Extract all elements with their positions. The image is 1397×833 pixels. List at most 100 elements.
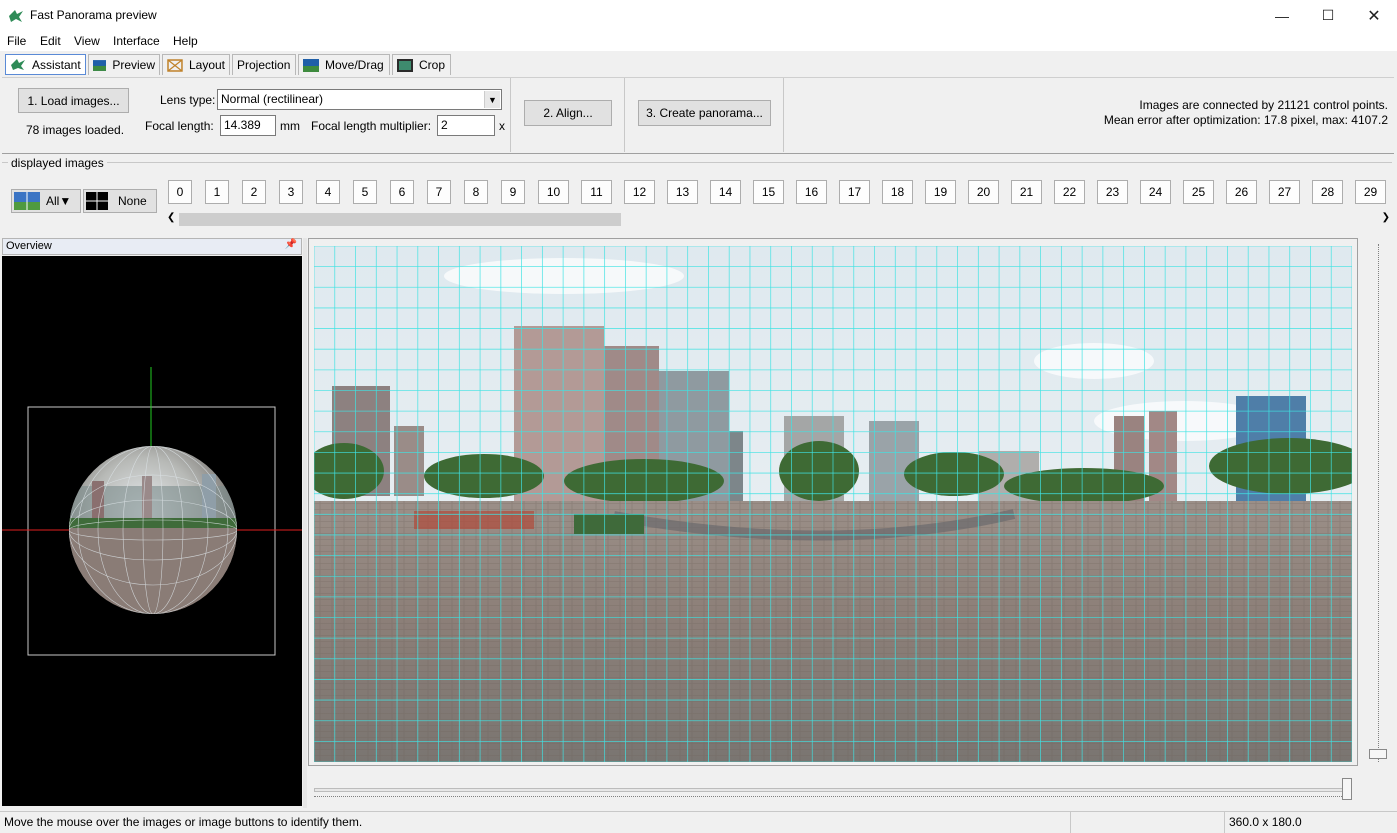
image-toggle-button[interactable]: 27 xyxy=(1269,180,1300,204)
scroll-left-icon[interactable]: ❮ xyxy=(167,212,175,223)
image-toggle-button[interactable]: 24 xyxy=(1140,180,1171,204)
menu-file[interactable]: File xyxy=(7,34,26,48)
scroll-right-icon[interactable]: ❯ xyxy=(1382,212,1390,223)
panorama-preview[interactable] xyxy=(314,246,1352,762)
scrollbar-thumb[interactable] xyxy=(179,213,621,226)
tab-move-drag[interactable]: Move/Drag xyxy=(298,54,390,75)
overview-header: Overview 📌 xyxy=(2,238,302,255)
chevron-down-icon: ▼ xyxy=(484,91,500,108)
tab-label: Layout xyxy=(188,58,225,72)
slider-thumb[interactable] xyxy=(1369,749,1387,759)
window-title: Fast Panorama preview xyxy=(30,8,157,22)
image-toggle-button[interactable]: 13 xyxy=(667,180,698,204)
close-button[interactable]: ✕ xyxy=(1351,0,1397,31)
focal-length-label: Focal length: xyxy=(145,119,214,133)
pin-icon[interactable]: 📌 xyxy=(285,239,297,250)
image-toggle-button[interactable]: 9 xyxy=(501,180,525,204)
show-all-button[interactable]: All▼ xyxy=(11,189,81,213)
crop-icon xyxy=(397,58,413,72)
multiplier-unit: x xyxy=(499,119,505,133)
image-toggle-button[interactable]: 0 xyxy=(168,180,192,204)
tab-label: Preview xyxy=(112,58,155,72)
all-images-icon xyxy=(14,192,40,210)
separator xyxy=(510,78,511,152)
separator xyxy=(783,78,784,152)
minimize-button[interactable]: — xyxy=(1259,0,1305,31)
show-none-button[interactable]: None xyxy=(83,189,157,213)
overview-sphere-view xyxy=(2,367,302,656)
menu-edit[interactable]: Edit xyxy=(40,34,61,48)
lens-type-select[interactable]: Normal (rectilinear) ▼ xyxy=(217,89,502,110)
image-toggle-button[interactable]: 11 xyxy=(581,180,612,204)
none-label: None xyxy=(118,194,147,208)
image-toggle-button[interactable]: 6 xyxy=(390,180,414,204)
tab-crop[interactable]: Crop xyxy=(392,54,451,75)
image-toggle-button[interactable]: 5 xyxy=(353,180,377,204)
title-bar: Fast Panorama preview — ☐ ✕ xyxy=(0,0,1397,31)
preview-icon xyxy=(93,59,107,71)
tab-projection[interactable]: Projection xyxy=(232,54,296,75)
fov-horizontal-slider[interactable] xyxy=(314,778,1354,802)
load-images-button[interactable]: 1. Load images... xyxy=(18,88,129,113)
overview-canvas[interactable] xyxy=(2,256,302,806)
image-toggle-button[interactable]: 7 xyxy=(427,180,451,204)
image-toggle-button[interactable]: 26 xyxy=(1226,180,1257,204)
image-toggle-button[interactable]: 3 xyxy=(279,180,303,204)
status-divider xyxy=(1070,812,1071,833)
image-toggle-button[interactable]: 12 xyxy=(624,180,655,204)
separator xyxy=(624,78,625,152)
image-toggle-button[interactable]: 8 xyxy=(464,180,488,204)
status-divider xyxy=(1224,812,1225,833)
image-toggle-button[interactable]: 10 xyxy=(538,180,569,204)
layout-icon xyxy=(167,58,183,72)
fov-readout: 360.0 x 180.0 xyxy=(1229,815,1302,829)
multiplier-input[interactable]: 2 xyxy=(437,115,495,136)
align-button[interactable]: 2. Align... xyxy=(524,100,612,126)
menu-bar: File Edit View Interface Help xyxy=(0,31,1397,51)
image-toggle-button[interactable]: 18 xyxy=(882,180,913,204)
tab-preview[interactable]: Preview xyxy=(88,54,160,75)
image-toggle-button[interactable]: 25 xyxy=(1183,180,1214,204)
tab-layout[interactable]: Layout xyxy=(162,54,230,75)
panorama-image xyxy=(314,246,1352,762)
image-toggle-button[interactable]: 1 xyxy=(205,180,229,204)
maximize-button[interactable]: ☐ xyxy=(1305,0,1351,31)
image-toggle-button[interactable]: 4 xyxy=(316,180,340,204)
tab-assistant[interactable]: Assistant xyxy=(5,54,86,75)
image-toggle-button[interactable]: 21 xyxy=(1011,180,1042,204)
image-toggle-button[interactable]: 22 xyxy=(1054,180,1085,204)
fov-vertical-slider[interactable] xyxy=(1369,244,1387,764)
menu-help[interactable]: Help xyxy=(173,34,198,48)
image-toggle-button[interactable]: 16 xyxy=(796,180,827,204)
panel-splitter[interactable] xyxy=(303,238,307,808)
lens-type-value: Normal (rectilinear) xyxy=(221,92,324,106)
image-buttons-scrollbar[interactable]: ❮ ❯ xyxy=(165,211,1392,228)
lens-type-label: Lens type: xyxy=(160,93,216,107)
slider-thumb[interactable] xyxy=(1342,778,1352,800)
image-toggle-button[interactable]: 20 xyxy=(968,180,999,204)
menu-view[interactable]: View xyxy=(74,34,100,48)
assistant-panel: 1. Load images... 78 images loaded. Lens… xyxy=(2,77,1394,154)
displayed-images-label: displayed images xyxy=(8,156,107,170)
all-label: All▼ xyxy=(46,194,72,208)
status-message: Move the mouse over the images or image … xyxy=(4,815,363,829)
menu-interface[interactable]: Interface xyxy=(113,34,160,48)
image-toggle-button[interactable]: 23 xyxy=(1097,180,1128,204)
tab-label: Crop xyxy=(419,58,446,72)
optimization-error-info: Mean error after optimization: 17.8 pixe… xyxy=(1103,113,1388,127)
tab-label: Assistant xyxy=(32,57,81,72)
multiplier-label: Focal length multiplier: xyxy=(311,119,432,133)
image-toggle-button[interactable]: 15 xyxy=(753,180,784,204)
focal-length-input[interactable]: 14.389 xyxy=(220,115,276,136)
status-bar: Move the mouse over the images or image … xyxy=(0,811,1397,833)
image-toggle-button[interactable]: 17 xyxy=(839,180,870,204)
image-toggle-button[interactable]: 28 xyxy=(1312,180,1343,204)
image-toggle-button[interactable]: 14 xyxy=(710,180,741,204)
images-loaded-text: 78 images loaded. xyxy=(26,123,125,137)
focal-length-unit: mm xyxy=(280,119,300,133)
image-toggle-button[interactable]: 2 xyxy=(242,180,266,204)
create-panorama-button[interactable]: 3. Create panorama... xyxy=(638,100,771,126)
image-toggle-button[interactable]: 29 xyxy=(1355,180,1386,204)
tab-label: Projection xyxy=(237,58,291,72)
image-toggle-button[interactable]: 19 xyxy=(925,180,956,204)
